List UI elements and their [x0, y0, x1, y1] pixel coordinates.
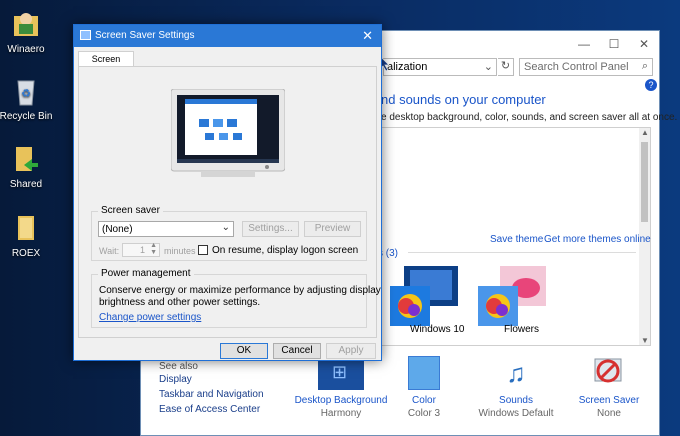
tab-screen-saver[interactable]: Screen Saver	[78, 51, 134, 78]
resume-checkbox[interactable]	[198, 245, 208, 255]
themes-list[interactable]: ▲ ▼ Save theme Get more themes online s …	[378, 127, 651, 346]
desktop-icon-label: Recycle Bin	[0, 111, 53, 122]
page-subtitle: e desktop background, color, sounds, and…	[381, 112, 678, 123]
sidebar-link-taskbar[interactable]: Taskbar and Navigation	[159, 389, 264, 400]
user-folder-icon	[10, 8, 42, 40]
maximize-button[interactable]: ☐	[599, 35, 629, 53]
shared-folder-icon	[10, 143, 42, 175]
dialog-titlebar: Screen Saver Settings ✕	[74, 25, 381, 47]
minimize-button[interactable]: —	[569, 35, 599, 53]
power-description-line-2: brightness and other power settings.	[99, 297, 261, 308]
page-heading: nd sounds on your computer	[381, 92, 546, 107]
resume-label: On resume, display logon screen	[212, 245, 359, 256]
desktop-icon-recycle-bin[interactable]: ♻ Recycle Bin	[0, 75, 56, 122]
folder-icon	[10, 212, 42, 244]
theme-label: Windows 10	[410, 324, 465, 335]
search-icon: ⌕	[641, 60, 648, 72]
help-icon[interactable]: ?	[645, 79, 657, 91]
item-title: Sounds	[499, 395, 533, 406]
dialog-title: Screen Saver Settings	[95, 30, 195, 41]
item-title: Desktop Background	[294, 395, 388, 406]
power-management-group: Power management Conserve energy or maxi…	[91, 268, 381, 328]
theme-flowers[interactable]: Flowers	[478, 266, 558, 346]
item-value: None	[597, 408, 621, 419]
power-group-label: Power management	[98, 268, 194, 279]
search-input[interactable]: Search Control Panel ⌕	[519, 58, 653, 76]
sounds-icon: ♫	[506, 358, 526, 388]
desktop-icon-roex[interactable]: ROEX	[0, 212, 56, 259]
desktop-background-icon: ⊞	[318, 356, 364, 390]
flowers-theme-thumbnail	[478, 266, 546, 326]
wait-label: Wait:	[99, 246, 120, 256]
dialog-app-icon	[80, 30, 91, 40]
close-button[interactable]: ✕	[629, 35, 659, 53]
scroll-down-icon[interactable]: ▼	[641, 336, 649, 345]
search-placeholder: Search Control Panel	[524, 61, 629, 73]
desktop-icon-label: Winaero	[7, 44, 45, 55]
chevron-down-icon[interactable]: ⌄	[484, 60, 493, 73]
wait-stepper[interactable]: 1 ▲ ▼	[122, 242, 160, 257]
screen-saver-group-label: Screen saver	[98, 205, 163, 216]
item-value: Harmony	[320, 408, 362, 419]
scrollbar-thumb[interactable]	[641, 142, 648, 222]
save-theme-link[interactable]: Save theme	[490, 234, 543, 245]
theme-label: Flowers	[504, 324, 540, 335]
get-more-themes-link[interactable]: Get more themes online	[544, 234, 651, 245]
screen-saver-group: Screen saver (None) ⌄ Settings... Previe…	[91, 205, 367, 261]
item-title: Color	[412, 395, 436, 406]
desktop-icon-shared[interactable]: Shared	[0, 143, 56, 190]
cancel-button[interactable]: Cancel	[273, 343, 321, 359]
screen-saver-icon	[592, 356, 626, 390]
desktop-icon-label: Shared	[9, 179, 43, 190]
color-item[interactable]: Color Color 3	[389, 356, 459, 426]
preview-button[interactable]: Preview	[304, 221, 361, 237]
item-value: Windows Default	[478, 408, 554, 419]
svg-text:♻: ♻	[21, 88, 31, 100]
screen-saver-select[interactable]: (None) ⌄	[98, 221, 234, 237]
sounds-item[interactable]: ♫ Sounds Windows Default	[471, 356, 561, 426]
desktop-background-item[interactable]: ⊞ Desktop Background Harmony	[291, 356, 391, 426]
theme-windows-10[interactable]: Windows 10	[390, 266, 470, 346]
wait-value: 1	[139, 245, 145, 255]
sidebar-link-display[interactable]: Display	[159, 374, 192, 385]
monitor-preview	[170, 88, 286, 185]
apply-button[interactable]: Apply	[326, 343, 376, 359]
tab-panel: Screen saver (None) ⌄ Settings... Previe…	[78, 66, 381, 338]
dialog-close-icon[interactable]: ✕	[362, 28, 373, 44]
address-text: alization	[387, 61, 428, 73]
color-icon	[408, 356, 440, 390]
screen-saver-settings-dialog: Screen Saver Settings ✕ Screen Saver Scr…	[73, 24, 382, 361]
ok-button[interactable]: OK	[220, 343, 268, 359]
windows-theme-thumbnail	[390, 266, 458, 326]
selected-screen-saver: (None)	[102, 224, 133, 235]
item-value: Color 3	[407, 408, 441, 419]
sidebar-link-ease-of-access[interactable]: Ease of Access Center	[159, 404, 260, 415]
address-bar[interactable]: alization ⌄	[383, 58, 497, 76]
chevron-down-icon[interactable]: ⌄	[222, 222, 230, 233]
scroll-up-icon[interactable]: ▲	[641, 128, 649, 137]
stepper-up-icon[interactable]: ▲	[150, 242, 157, 249]
minutes-label: minutes	[164, 246, 196, 256]
item-title: Screen Saver	[578, 395, 640, 406]
settings-button[interactable]: Settings...	[242, 221, 299, 237]
stepper-down-icon[interactable]: ▼	[150, 249, 157, 256]
refresh-button[interactable]: ↻	[498, 58, 514, 76]
desktop-icon-winaero[interactable]: Winaero	[0, 8, 56, 55]
see-also-heading: See also	[159, 361, 198, 372]
power-description-line-1: Conserve energy or maximize performance …	[99, 285, 381, 296]
desktop-icon-label: ROEX	[11, 248, 41, 259]
recycle-bin-icon: ♻	[10, 75, 42, 107]
screen-saver-item[interactable]: Screen Saver None	[569, 356, 649, 426]
refresh-icon: ↻	[500, 60, 511, 72]
change-power-settings-link[interactable]: Change power settings	[99, 312, 201, 323]
